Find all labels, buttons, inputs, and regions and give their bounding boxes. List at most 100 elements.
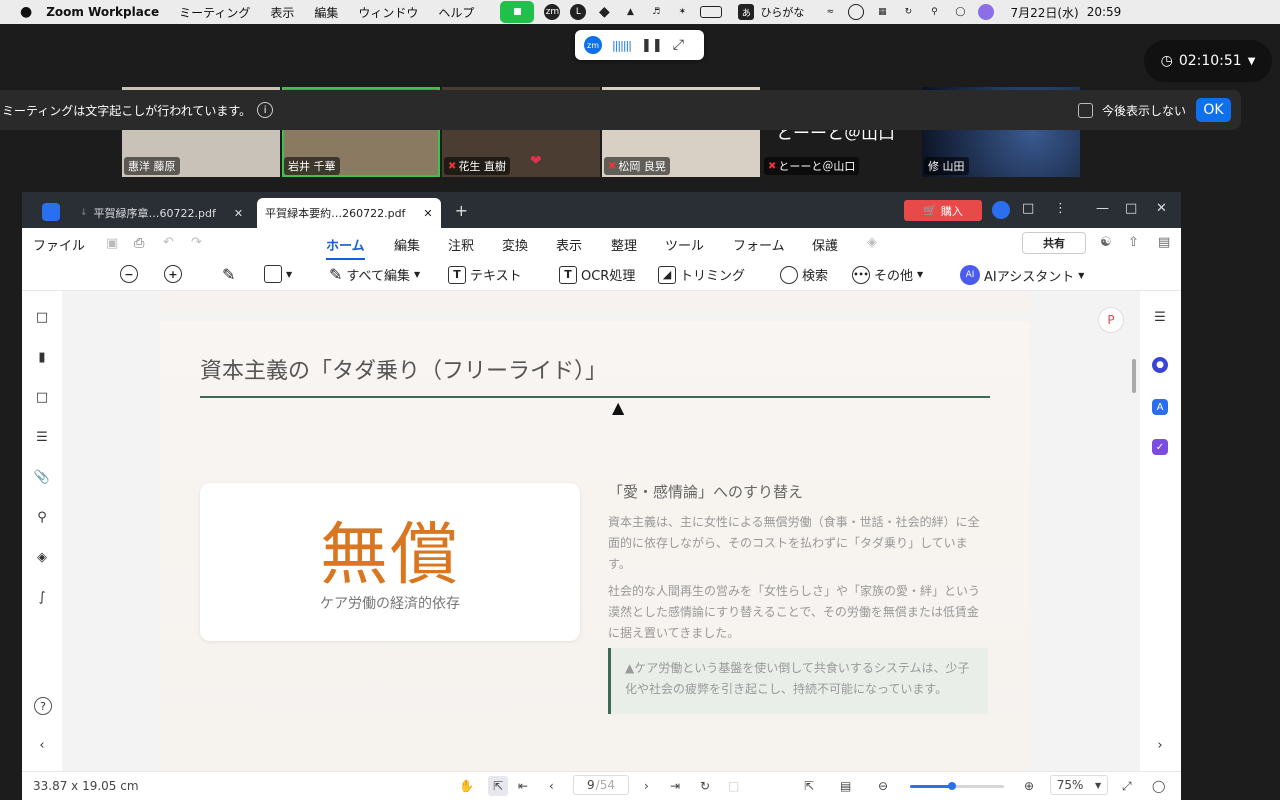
scrollbar-thumb[interactable]	[1132, 359, 1136, 393]
ai-assistant-button[interactable]: AI AIアシスタント ▼	[960, 265, 1084, 285]
zoom-slider-knob[interactable]	[948, 782, 957, 790]
control-center-icon[interactable]: ◯	[952, 4, 968, 20]
hand-tool-icon[interactable]: ✋	[459, 779, 474, 793]
tab-home[interactable]: ホーム	[326, 235, 365, 260]
last-page-icon[interactable]: ⇥	[670, 779, 680, 793]
apple-icon[interactable]: ●	[20, 4, 32, 20]
tab-protect[interactable]: 保護	[812, 235, 838, 254]
zoom-slider[interactable]	[910, 782, 1004, 790]
tab-tools[interactable]: ツール	[665, 235, 704, 254]
ime-label[interactable]: ひらがな	[760, 4, 804, 20]
volume-icon[interactable]: ♬	[648, 4, 664, 20]
zoom-in-small-icon[interactable]: ⊕	[1024, 779, 1034, 793]
share-button[interactable]: 共有	[1022, 232, 1086, 254]
new-tab-icon[interactable]: +	[455, 201, 468, 220]
edit-all-button[interactable]: ✎ すべて編集 ▼	[329, 265, 420, 284]
close-window-icon[interactable]: ✕	[1156, 201, 1167, 216]
clock-time[interactable]: 20:59	[1087, 5, 1122, 19]
close-icon[interactable]: ✕	[423, 207, 432, 220]
account-icon[interactable]	[992, 201, 1010, 219]
crop-page-icon[interactable]: □	[728, 779, 739, 793]
time-machine-icon[interactable]: ↻	[900, 4, 916, 20]
ai-bot-icon[interactable]: ●	[1152, 357, 1168, 373]
dont-show-label[interactable]: 今後表示しない	[1102, 102, 1186, 119]
dont-show-checkbox[interactable]	[1078, 103, 1093, 118]
expand-right-icon[interactable]: ›	[1152, 737, 1168, 753]
clock-date[interactable]: 7月22日(水)	[1010, 4, 1078, 21]
pdf-logo-icon[interactable]	[42, 203, 60, 221]
zoom-select[interactable]: 75% ▼	[1050, 775, 1108, 795]
zoom-camera-icon[interactable]: ■	[500, 1, 535, 23]
tab-convert[interactable]: 変換	[502, 235, 528, 254]
zoom-mini-bar[interactable]: zm ||||||| ❚❚ ⤢	[575, 30, 704, 60]
ok-button[interactable]: OK	[1196, 98, 1231, 122]
document-canvas[interactable]: 資本主義の「タダ乗り（フリーライド）」 無償 ケア労働の経済的依存 「愛・感情論…	[62, 291, 1140, 771]
rotate-icon[interactable]: ↻	[700, 779, 710, 793]
task-icon[interactable]: ✓	[1152, 439, 1168, 455]
pause-icon[interactable]: ❚❚	[641, 38, 663, 53]
bluetooth-icon[interactable]: ✶	[674, 4, 690, 20]
ocr-button[interactable]: T OCR処理	[559, 265, 635, 284]
zoom-in-button[interactable]: +	[164, 265, 182, 283]
menu-view[interactable]: 表示	[270, 4, 294, 21]
user-icon[interactable]	[848, 4, 865, 20]
fullscreen-icon[interactable]: ⤢	[1122, 779, 1132, 794]
shape-button[interactable]: ▼	[264, 265, 292, 283]
zoom-app-icon[interactable]: zm	[544, 4, 561, 20]
comment-icon[interactable]: □	[34, 389, 50, 405]
battery-icon[interactable]	[700, 6, 723, 18]
more-button[interactable]: ••• その他 ▼	[852, 265, 923, 284]
zoom-out-button[interactable]: −	[120, 265, 138, 283]
siri-icon[interactable]	[978, 4, 995, 20]
buy-button[interactable]: 🛒 購入	[904, 200, 982, 221]
fit-icon[interactable]: ⇱	[804, 779, 814, 793]
menu-window[interactable]: ウィンドウ	[358, 4, 418, 21]
maximize-icon[interactable]: □	[1125, 201, 1137, 216]
ime-icon[interactable]: あ	[738, 4, 755, 20]
first-page-icon[interactable]: ⇤	[518, 779, 528, 793]
line-icon[interactable]: L	[570, 4, 587, 20]
collapse-icon[interactable]: ▤	[1158, 235, 1170, 250]
redo-icon[interactable]: ↷	[191, 235, 202, 250]
feedback-icon[interactable]: □	[1022, 201, 1034, 216]
undo-icon[interactable]: ↶	[163, 235, 174, 250]
layers-icon[interactable]: ◈	[34, 549, 50, 565]
next-page-icon[interactable]: ›	[644, 779, 649, 793]
page-thumbnail-icon[interactable]: □	[34, 309, 50, 325]
bookmark-icon[interactable]: ▮	[34, 349, 50, 365]
close-icon[interactable]: ✕	[234, 207, 243, 220]
print-icon[interactable]: ⎙	[134, 236, 144, 251]
collapse-left-icon[interactable]: ‹	[34, 737, 50, 753]
more-options-icon[interactable]: ◯	[1152, 779, 1165, 793]
tab-view[interactable]: 表示	[556, 235, 582, 254]
meeting-timer[interactable]: ◷ 02:10:51 ▼	[1144, 40, 1272, 82]
upload-icon[interactable]: ⇧	[1128, 235, 1139, 250]
more-icon[interactable]: ⋮	[1054, 201, 1067, 216]
minimize-icon[interactable]: —	[1096, 201, 1109, 216]
menu-edit[interactable]: 編集	[314, 4, 338, 21]
page-input[interactable]: 9/54	[573, 775, 629, 795]
keyboard-icon[interactable]: ▦	[874, 4, 890, 20]
dropbox-icon[interactable]: ◆	[596, 4, 612, 20]
spotlight-icon[interactable]: ⚲	[926, 4, 942, 20]
select-tool-icon[interactable]: ⇱	[488, 776, 508, 796]
signature-icon[interactable]: ∫	[34, 589, 50, 605]
save-icon[interactable]: ▣	[106, 236, 118, 251]
file-menu[interactable]: ファイル	[33, 235, 85, 254]
zoom-out-small-icon[interactable]: ⊖	[878, 779, 888, 793]
workflow-icon[interactable]: ☯	[1100, 235, 1112, 250]
tips-icon[interactable]: ◈	[867, 235, 877, 250]
prev-page-icon[interactable]: ‹	[549, 779, 554, 793]
search-icon[interactable]: ⚲	[34, 509, 50, 525]
menu-help[interactable]: ヘルプ	[438, 4, 474, 21]
page-layout-icon[interactable]: ▤	[840, 779, 851, 793]
trim-button[interactable]: ◢ トリミング	[658, 265, 745, 284]
text-button[interactable]: T テキスト	[448, 265, 522, 284]
tab-document-1[interactable]: ↓ 平賀緑序章…60722.pdf ✕	[72, 198, 251, 228]
info-icon[interactable]: i	[257, 102, 274, 118]
menu-meeting[interactable]: ミーティング	[179, 4, 250, 21]
expand-icon[interactable]: ⤢	[673, 37, 684, 53]
floating-convert-icon[interactable]: P	[1098, 307, 1124, 333]
tab-annotate[interactable]: 注釈	[448, 235, 474, 254]
properties-icon[interactable]: ☰	[1152, 309, 1168, 325]
